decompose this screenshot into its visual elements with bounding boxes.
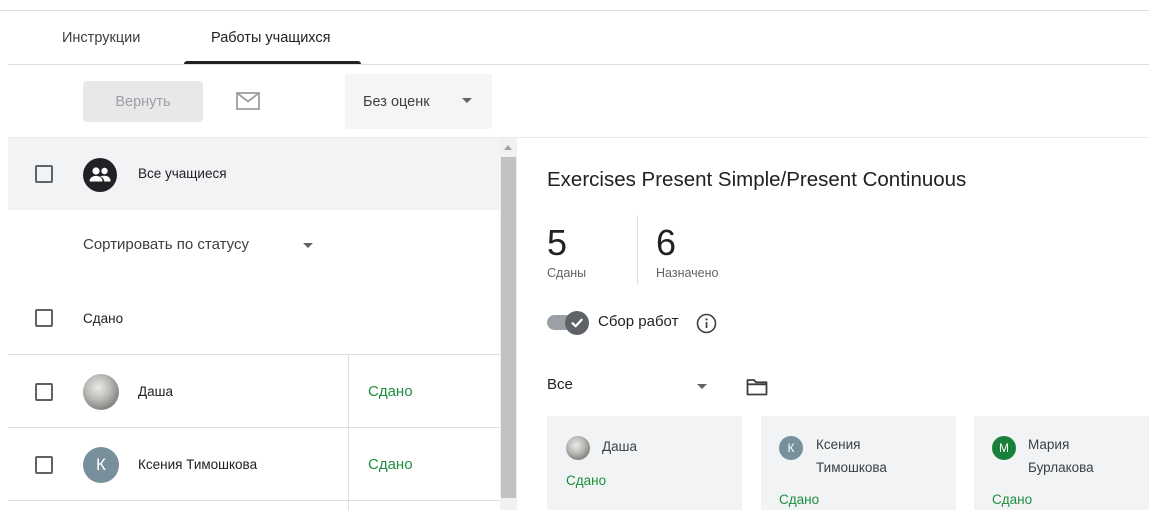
avatar: К: [83, 447, 119, 483]
student-checkbox[interactable]: [35, 383, 53, 401]
folder-icon[interactable]: [746, 378, 768, 396]
card-student-name: Мария: [1028, 437, 1070, 452]
filter-select[interactable]: Все: [547, 376, 573, 393]
assigned-count: 6: [656, 222, 677, 263]
submitted-group-checkbox[interactable]: [35, 309, 53, 327]
submitted-count: 5: [547, 222, 568, 263]
student-status: Сдано: [368, 456, 413, 473]
tab-instructions[interactable]: Инструкции: [62, 11, 140, 65]
people-icon: [89, 167, 111, 182]
sort-select[interactable]: Сортировать по статусу: [83, 236, 249, 253]
check-icon: [571, 318, 583, 328]
group-avatar: [83, 158, 117, 192]
chevron-down-icon: [697, 384, 707, 389]
accept-submissions-label: Сбор работ: [598, 313, 679, 330]
all-students-checkbox[interactable]: [35, 165, 53, 183]
submitted-group-label: Сдано: [83, 311, 124, 326]
card-status: Сдано: [566, 473, 607, 488]
all-students-row[interactable]: [8, 138, 500, 210]
info-icon[interactable]: [696, 313, 717, 334]
card-student-name: Даша: [602, 439, 637, 454]
chevron-down-icon: [303, 243, 313, 248]
stat-divider: [637, 215, 638, 285]
assignment-title: Exercises Present Simple/Present Continu…: [547, 168, 967, 191]
row-divider: [8, 427, 500, 428]
student-card[interactable]: К Ксения Тимошкова Сдано: [761, 416, 956, 510]
grade-select[interactable]: Без оценк: [345, 74, 492, 129]
assigned-count-label: Назначено: [656, 266, 719, 280]
row-divider: [8, 354, 500, 355]
avatar: М: [992, 436, 1016, 460]
student-checkbox[interactable]: [35, 456, 53, 474]
avatar: [566, 436, 590, 460]
chevron-down-icon: [462, 98, 472, 103]
submitted-count-label: Сданы: [547, 266, 587, 280]
card-status: Сдано: [992, 492, 1033, 507]
student-card[interactable]: Даша Сдано: [547, 416, 742, 510]
toggle-knob[interactable]: [565, 311, 589, 335]
scroll-up-arrow-icon[interactable]: [504, 145, 512, 150]
grade-select-value: Без оценк: [363, 93, 430, 110]
tab-bar: Инструкции Работы учащихся: [0, 11, 1149, 65]
tab-student-work[interactable]: Работы учащихся: [211, 11, 330, 65]
mail-icon[interactable]: [236, 92, 260, 110]
avatar: К: [779, 436, 803, 460]
student-status: Сдано: [368, 383, 413, 400]
tabs-divider: [8, 64, 1149, 65]
student-card[interactable]: М Мария Бурлакова Сдано: [974, 416, 1149, 510]
student-name[interactable]: Ксения Тимошкова: [138, 457, 257, 472]
avatar: [83, 374, 119, 410]
card-student-name: Ксения: [816, 437, 861, 452]
card-status: Сдано: [779, 492, 820, 507]
return-button[interactable]: Вернуть: [83, 81, 203, 122]
row-divider: [8, 500, 500, 501]
card-student-surname: Тимошкова: [816, 460, 887, 475]
scrollbar-thumb[interactable]: [501, 157, 516, 498]
card-student-surname: Бурлакова: [1028, 460, 1094, 475]
column-divider: [348, 354, 349, 510]
student-name[interactable]: Даша: [138, 384, 173, 399]
all-students-label: Все учащиеся: [138, 166, 227, 181]
